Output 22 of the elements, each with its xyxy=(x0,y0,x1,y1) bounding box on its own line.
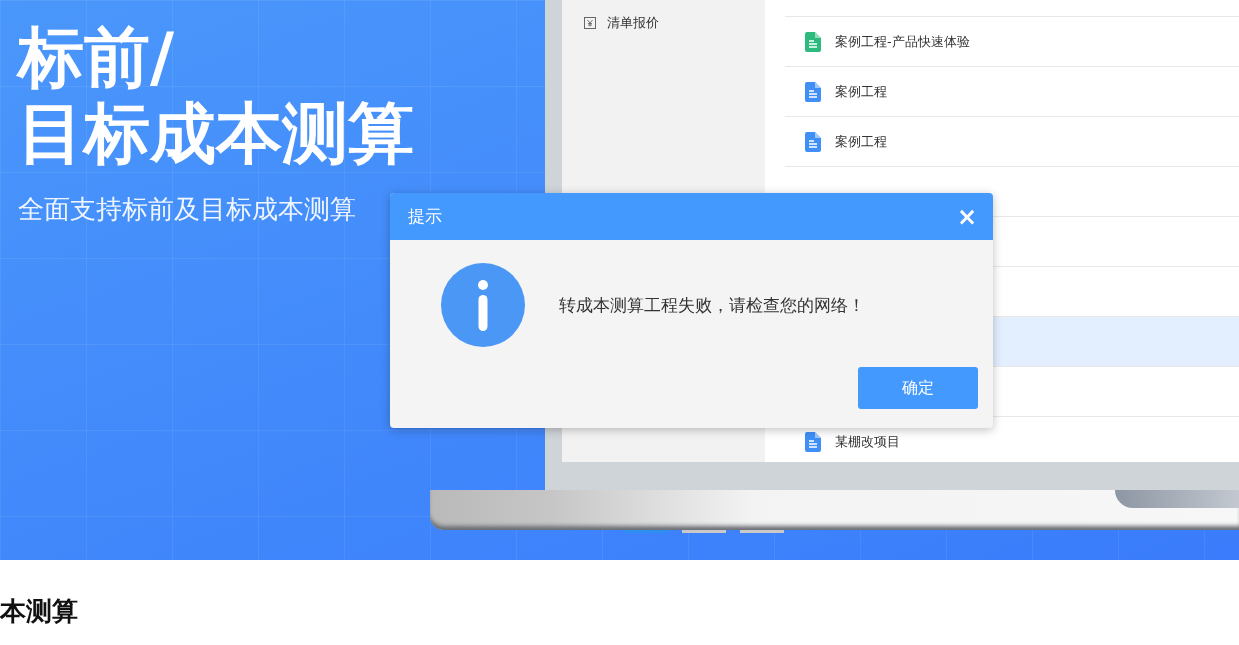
project-row[interactable]: 案例工程-产品快速体验 xyxy=(785,16,1239,66)
yen-icon xyxy=(584,17,596,29)
document-icon xyxy=(805,131,821,152)
project-name: 某棚改项目 xyxy=(835,432,900,451)
project-name: 案例工程-产品快速体验 xyxy=(835,32,970,51)
project-row[interactable]: 案例工程 xyxy=(785,66,1239,116)
section-heading: 本测算 xyxy=(0,595,79,628)
info-icon xyxy=(441,263,525,347)
carousel-indicator[interactable] xyxy=(682,530,726,533)
project-name: 案例工程 xyxy=(835,132,887,151)
carousel-indicator[interactable] xyxy=(624,530,668,533)
document-icon xyxy=(805,431,821,452)
dialog-message: 转成本测算工程失败，请检查您的网络！ xyxy=(559,293,865,317)
dialog-title: 提示 xyxy=(408,205,442,228)
project-row[interactable]: 案例工程 xyxy=(785,116,1239,166)
sidebar-item[interactable]: 清单报价 xyxy=(607,14,659,32)
hero-subtitle: 全面支持标前及目标成本测算 xyxy=(18,193,356,226)
hero-title: 标前/ 目标成本测算 xyxy=(18,20,415,172)
document-icon xyxy=(805,31,821,52)
document-icon xyxy=(805,81,821,102)
carousel-indicator[interactable] xyxy=(740,530,784,533)
project-name: 案例工程 xyxy=(835,82,887,101)
